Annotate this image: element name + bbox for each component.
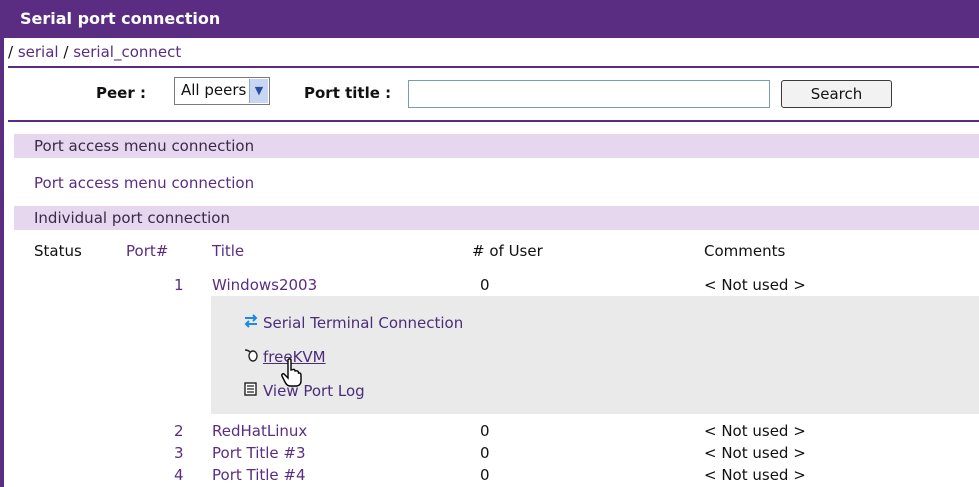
column-header-status: Status	[34, 242, 82, 260]
mouse-icon	[243, 348, 263, 366]
port-comment: < Not used >	[704, 444, 806, 462]
serial-terminal-connection-link[interactable]: Serial Terminal Connection	[243, 314, 463, 332]
port-comment: < Not used >	[704, 276, 806, 294]
port-comment: < Not used >	[704, 422, 806, 440]
peer-label: Peer :	[96, 84, 146, 102]
section-header-individual-port: Individual port connection	[14, 206, 979, 230]
chevron-down-icon[interactable]: ▼	[249, 79, 268, 103]
column-header-port[interactable]: Port#	[126, 242, 168, 260]
port-title-link[interactable]: Windows2003	[212, 276, 317, 294]
column-header-comments: Comments	[704, 242, 786, 260]
breadcrumb: / serial / serial_connect	[8, 38, 979, 66]
breadcrumb-separator: /	[63, 43, 69, 61]
hand-pointer-icon	[281, 358, 302, 387]
peer-select-value: All peers	[181, 81, 247, 99]
peer-select[interactable]: All peers ▼	[174, 77, 270, 105]
port-access-menu-link[interactable]: Port access menu connection	[34, 174, 254, 192]
column-header-users: # of User	[472, 242, 543, 260]
port-title-link[interactable]: Port Title #4	[212, 466, 306, 484]
filter-toolbar: Peer : All peers ▼ Port title : Search	[8, 66, 979, 122]
view-port-log-label: View Port Log	[263, 382, 365, 400]
port-title-link[interactable]: RedHatLinux	[212, 422, 307, 440]
serial-terminal-label: Serial Terminal Connection	[263, 314, 464, 332]
column-header-title[interactable]: Title	[212, 242, 244, 260]
port-comment: < Not used >	[704, 466, 806, 484]
view-port-log-link[interactable]: View Port Log	[243, 382, 365, 400]
search-button[interactable]: Search	[781, 80, 892, 108]
port-number: 3	[174, 444, 184, 462]
breadcrumb-serial-link[interactable]: serial	[18, 43, 59, 61]
port-title-input[interactable]	[408, 80, 770, 108]
breadcrumb-separator: /	[8, 43, 14, 61]
user-count: 0	[480, 444, 490, 462]
user-count: 0	[480, 422, 490, 440]
user-count: 0	[480, 466, 490, 484]
user-count: 0	[480, 276, 490, 294]
port-title-link[interactable]: Port Title #3	[212, 444, 306, 462]
log-document-icon	[243, 382, 263, 400]
port-action-panel: Serial Terminal Connection freeKVM View …	[211, 296, 979, 414]
page-title: Serial port connection	[0, 0, 979, 38]
port-number: 2	[174, 422, 184, 440]
section-header-port-access: Port access menu connection	[14, 134, 979, 158]
port-number: 4	[174, 466, 184, 484]
port-number: 1	[174, 276, 184, 294]
breadcrumb-serial-connect-link[interactable]: serial_connect	[73, 43, 181, 61]
swap-arrows-icon	[243, 314, 263, 332]
port-title-label: Port title :	[304, 84, 392, 102]
